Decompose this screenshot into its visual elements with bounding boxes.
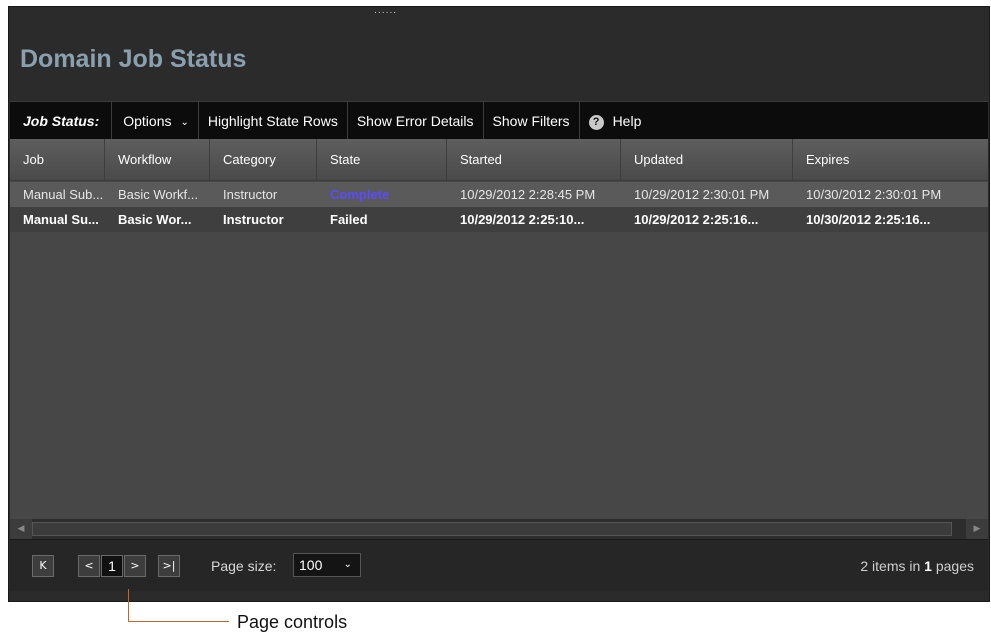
cell-started: 10/29/2012 2:28:45 PM xyxy=(460,187,596,202)
show-error-details-button[interactable]: Show Error Details xyxy=(348,101,484,140)
page-size-label: Page size: xyxy=(211,558,277,574)
column-header-expires[interactable]: Expires xyxy=(793,139,988,180)
resize-grip[interactable]: ...... xyxy=(374,7,397,16)
callout-line xyxy=(128,621,229,622)
scroll-right-icon[interactable]: ▶ xyxy=(966,519,988,539)
cell-state: Failed xyxy=(330,212,368,227)
cell-job: Manual Sub... xyxy=(23,187,104,202)
table-header: Job Workflow Category State Started Upda… xyxy=(10,139,988,181)
last-page-button[interactable]: >| xyxy=(158,555,180,577)
toolbar: Job Status: Options ⌄ Highlight State Row… xyxy=(10,101,988,140)
show-filters-button[interactable]: Show Filters xyxy=(484,101,580,140)
first-page-button[interactable]: K xyxy=(32,555,54,577)
cell-workflow: Basic Workf... xyxy=(118,187,198,202)
callout-label: Page controls xyxy=(237,612,348,632)
cell-state: Complete xyxy=(330,187,390,202)
cell-workflow: Basic Wor... xyxy=(118,212,192,227)
chevron-down-icon: ⌄ xyxy=(343,559,352,570)
table-row[interactable]: Manual Su... Basic Wor... Instructor Fai… xyxy=(10,207,988,232)
scroll-left-icon[interactable]: ◀ xyxy=(10,519,32,539)
cell-category: Instructor xyxy=(223,187,278,202)
highlight-state-rows-button[interactable]: Highlight State Rows xyxy=(199,101,348,140)
current-page-indicator[interactable]: 1 xyxy=(101,555,123,577)
page-controls: K < 1 > >| Page size: 100 ⌄ 2 items in 1 … xyxy=(10,539,988,591)
callout-line xyxy=(128,589,129,622)
pages-text: pages xyxy=(931,558,974,574)
page-size-select[interactable]: 100 ⌄ xyxy=(293,553,361,577)
cell-started: 10/29/2012 2:25:10... xyxy=(460,212,585,227)
cell-expires: 10/30/2012 2:30:01 PM xyxy=(806,187,942,202)
cell-job: Manual Su... xyxy=(23,212,99,227)
page-title: Domain Job Status xyxy=(20,45,247,73)
question-circle-icon: ? xyxy=(588,114,604,130)
help-label: Help xyxy=(612,112,642,129)
scrollbar-thumb[interactable] xyxy=(32,522,952,536)
items-count: 2 xyxy=(860,558,869,574)
help-button[interactable]: ? Help xyxy=(580,102,651,140)
column-header-workflow[interactable]: Workflow xyxy=(105,139,210,180)
column-header-state[interactable]: State xyxy=(317,139,447,180)
horizontal-scrollbar[interactable]: ◀ ▶ xyxy=(10,519,988,539)
options-label: Options xyxy=(123,112,172,129)
cell-updated: 10/29/2012 2:30:01 PM xyxy=(634,187,770,202)
toolbar-label: Job Status: xyxy=(10,101,113,140)
column-header-started[interactable]: Started xyxy=(447,139,621,180)
next-page-button[interactable]: > xyxy=(124,555,146,577)
chevron-down-icon: ⌄ xyxy=(180,116,189,128)
items-text: items in xyxy=(868,558,925,574)
items-summary: 2 items in 1 pages xyxy=(860,555,974,577)
pages-count: 1 xyxy=(924,558,932,574)
column-header-updated[interactable]: Updated xyxy=(621,139,793,180)
column-header-category[interactable]: Category xyxy=(210,139,317,180)
cell-category: Instructor xyxy=(223,212,284,227)
table-row[interactable]: Manual Sub... Basic Workf... Instructor … xyxy=(10,182,988,207)
options-menu[interactable]: Options ⌄ xyxy=(112,101,199,140)
job-table: Job Workflow Category State Started Upda… xyxy=(10,139,988,519)
cell-updated: 10/29/2012 2:25:16... xyxy=(634,212,759,227)
column-header-job[interactable]: Job xyxy=(10,139,105,180)
page-size-value: 100 xyxy=(299,557,323,573)
cell-expires: 10/30/2012 2:25:16... xyxy=(806,212,931,227)
prev-page-button[interactable]: < xyxy=(78,555,100,577)
